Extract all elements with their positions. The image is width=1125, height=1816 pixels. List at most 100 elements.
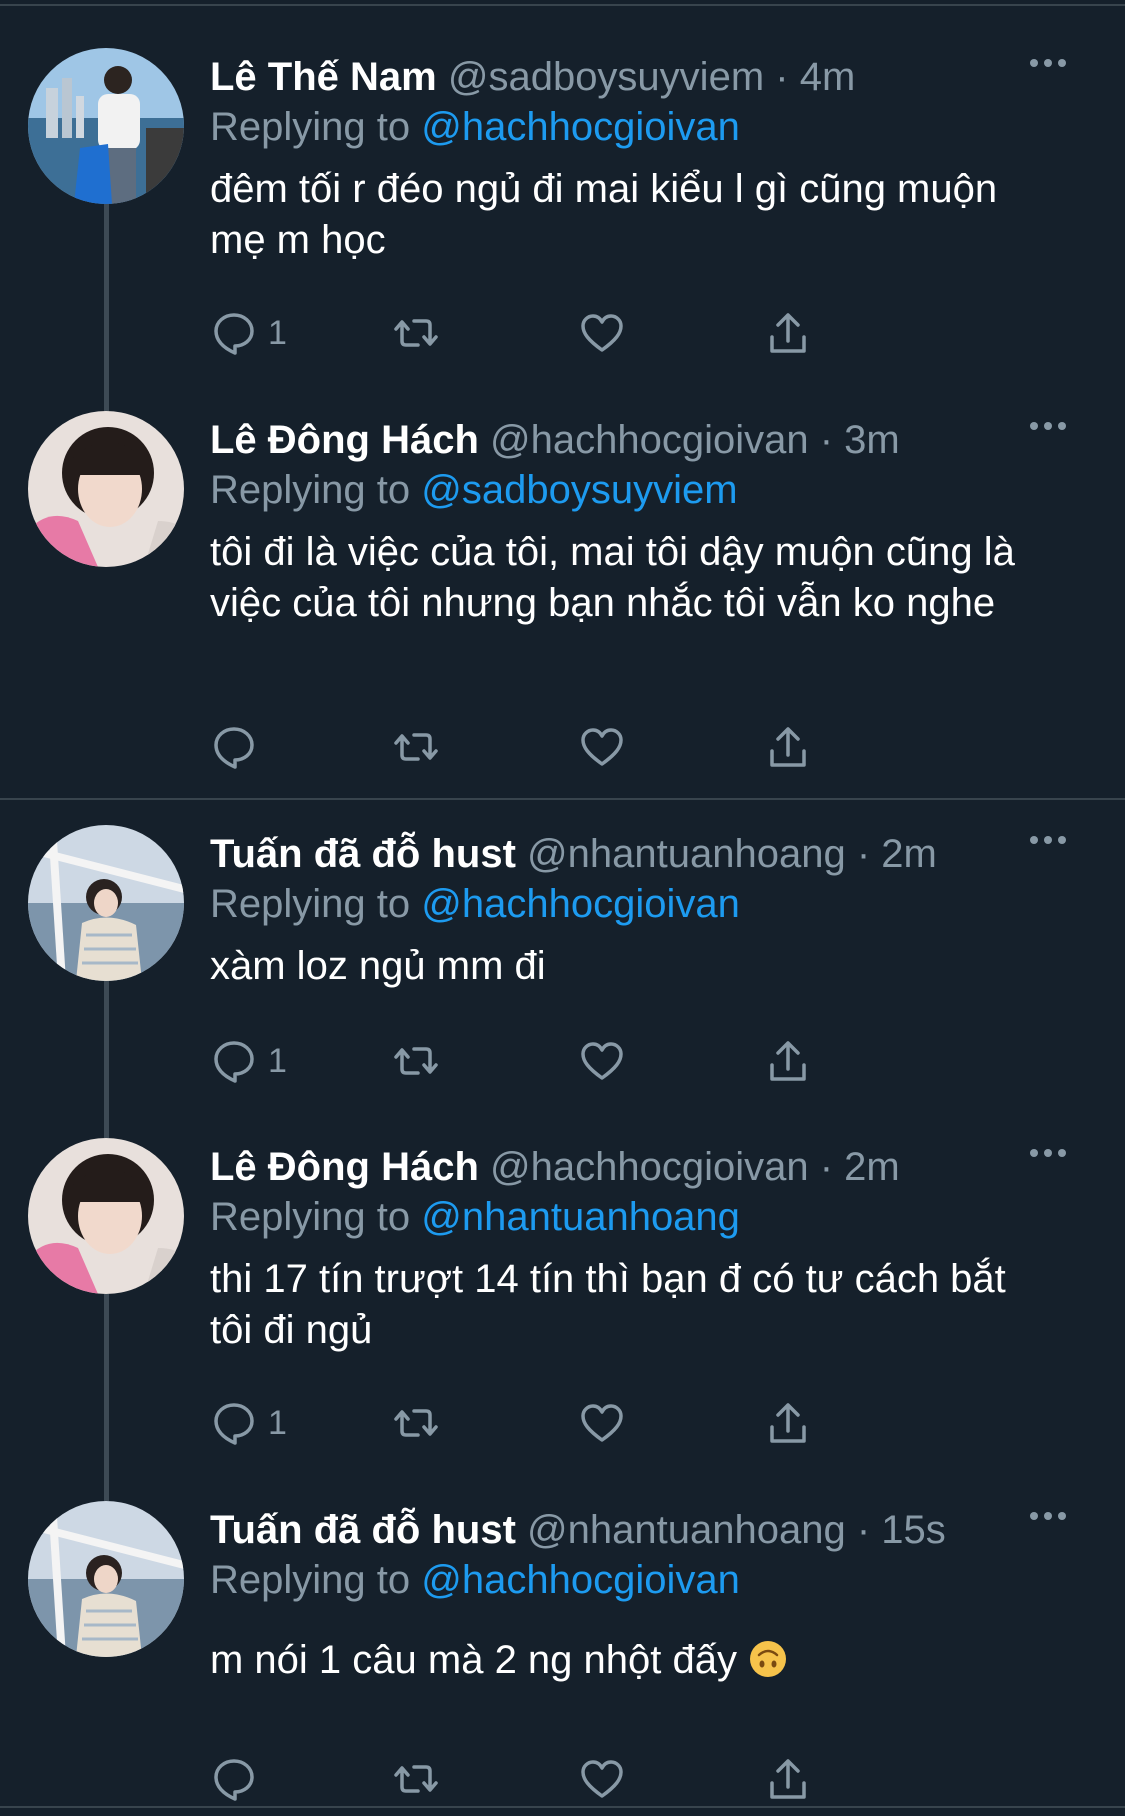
retweet-arrows-icon <box>394 1047 438 1075</box>
display-name[interactable]: Lê Đông Hách <box>210 418 479 462</box>
tweet-actions: 1 <box>210 1036 930 1086</box>
speech-bubble-icon <box>214 727 254 769</box>
retweet-button[interactable] <box>392 1036 440 1086</box>
speech-bubble-icon <box>214 1759 254 1801</box>
tweet-header: Tuấn đã đỗ hust @nhantuanhoang · 2m <box>210 829 1070 879</box>
tweet-text: thi 17 tín trượt 14 tín thì bạn đ có tư … <box>210 1257 1006 1352</box>
thread-line <box>104 981 109 1138</box>
speech-bubble-icon <box>214 1403 254 1445</box>
username[interactable]: @hachhocgioivan <box>490 1145 809 1189</box>
share-upload-icon <box>770 1041 806 1081</box>
thread-divider <box>0 798 1125 800</box>
replying-to: Replying to @hachhocgioivan <box>210 1555 740 1605</box>
heart-icon <box>581 314 623 352</box>
timestamp[interactable]: · 2m <box>857 832 937 876</box>
more-options-icon[interactable] <box>1027 1507 1073 1547</box>
reply-button[interactable]: 1 <box>210 1036 287 1086</box>
tweet-text: tôi đi là việc của tôi, mai tôi dậy muộn… <box>210 530 1015 625</box>
tweet-actions <box>210 722 930 772</box>
share-button[interactable] <box>764 1754 812 1804</box>
reply-button[interactable]: 1 <box>210 308 287 358</box>
username[interactable]: @sadboysuyviem <box>448 55 764 99</box>
reply-count: 1 <box>268 313 287 352</box>
avatar[interactable] <box>28 825 184 981</box>
replying-to: Replying to @hachhocgioivan <box>210 879 740 929</box>
share-upload-icon <box>770 727 806 767</box>
retweet-button[interactable] <box>392 1754 440 1804</box>
share-button[interactable] <box>764 722 812 772</box>
replying-to-label: Replying to <box>210 105 411 149</box>
retweet-arrows-icon <box>394 733 438 761</box>
reply-count: 1 <box>268 1403 287 1442</box>
avatar[interactable] <box>28 48 184 204</box>
share-upload-icon <box>770 1403 806 1443</box>
retweet-button[interactable] <box>392 308 440 358</box>
speech-bubble-icon <box>214 1041 254 1083</box>
retweet-arrows-icon <box>394 1765 438 1793</box>
share-button[interactable] <box>764 308 812 358</box>
timestamp[interactable]: · 2m <box>820 1145 900 1189</box>
more-options-icon[interactable] <box>1027 54 1073 94</box>
timestamp[interactable]: · 4m <box>775 55 855 99</box>
reply-button[interactable] <box>210 1754 268 1804</box>
tweet-header: Lê Thế Nam @sadboysuyviem · 4m <box>210 52 1070 102</box>
replying-to-label: Replying to <box>210 882 411 926</box>
retweet-button[interactable] <box>392 722 440 772</box>
share-button[interactable] <box>764 1398 812 1448</box>
avatar[interactable] <box>28 1138 184 1294</box>
like-button[interactable] <box>578 1754 626 1804</box>
replying-to: Replying to @hachhocgioivan <box>210 102 740 152</box>
more-options-icon[interactable] <box>1027 417 1073 457</box>
replying-to-label: Replying to <box>210 468 411 512</box>
reply-button[interactable]: 1 <box>210 1398 287 1448</box>
like-button[interactable] <box>578 722 626 772</box>
like-button[interactable] <box>578 1398 626 1448</box>
tweet-text: xàm loz ngủ mm đi <box>210 944 546 988</box>
top-divider <box>0 4 1125 6</box>
tweet-text: đêm tối r đéo ngủ đi mai kiểu l gì cũng … <box>210 167 998 262</box>
tweet-actions: 1 <box>210 1398 930 1448</box>
tweet-actions <box>210 1754 930 1804</box>
tweet-actions: 1 <box>210 308 930 358</box>
display-name[interactable]: Lê Thế Nam <box>210 55 437 99</box>
timestamp[interactable]: · 3m <box>820 418 900 462</box>
replying-to-label: Replying to <box>210 1195 411 1239</box>
share-upload-icon <box>770 313 806 353</box>
mention-link[interactable]: @nhantuanhoang <box>421 1195 740 1239</box>
display-name[interactable]: Tuấn đã đỗ hust <box>210 1508 516 1552</box>
mention-link[interactable]: @sadboysuyviem <box>421 468 737 512</box>
reply-count: 1 <box>268 1041 287 1080</box>
bottom-divider <box>0 1806 1125 1808</box>
like-button[interactable] <box>578 1036 626 1086</box>
replying-to: Replying to @nhantuanhoang <box>210 1192 740 1242</box>
tweet-text-row: m nói 1 câu mà 2 ng nhột đấy <box>210 1635 1040 1686</box>
heart-icon <box>581 1760 623 1798</box>
share-button[interactable] <box>764 1036 812 1086</box>
display-name[interactable]: Tuấn đã đỗ hust <box>210 832 516 876</box>
like-button[interactable] <box>578 308 626 358</box>
tweet-header: Tuấn đã đỗ hust @nhantuanhoang · 15s <box>210 1505 1070 1555</box>
username[interactable]: @hachhocgioivan <box>490 418 809 462</box>
more-options-icon[interactable] <box>1027 1144 1073 1184</box>
heart-icon <box>581 1042 623 1080</box>
reply-button[interactable] <box>210 722 268 772</box>
tweet-text: m nói 1 câu mà 2 ng nhột đấy <box>210 1638 737 1682</box>
display-name[interactable]: Lê Đông Hách <box>210 1145 479 1189</box>
upside-down-face-emoji <box>750 1641 787 1677</box>
heart-icon <box>581 728 623 766</box>
more-options-icon[interactable] <box>1027 831 1073 871</box>
mention-link[interactable]: @hachhocgioivan <box>421 105 740 149</box>
mention-link[interactable]: @hachhocgioivan <box>421 882 740 926</box>
avatar[interactable] <box>28 1501 184 1657</box>
avatar[interactable] <box>28 411 184 567</box>
tweet-header: Lê Đông Hách @hachhocgioivan · 2m <box>210 1142 1070 1192</box>
username[interactable]: @nhantuanhoang <box>527 1508 846 1552</box>
mention-link[interactable]: @hachhocgioivan <box>421 1558 740 1602</box>
thread-line <box>104 1294 109 1501</box>
timestamp[interactable]: · 15s <box>857 1508 946 1552</box>
username[interactable]: @nhantuanhoang <box>527 832 846 876</box>
heart-icon <box>581 1404 623 1442</box>
speech-bubble-icon <box>214 313 254 355</box>
retweet-button[interactable] <box>392 1398 440 1448</box>
tweet-header: Lê Đông Hách @hachhocgioivan · 3m <box>210 415 1070 465</box>
